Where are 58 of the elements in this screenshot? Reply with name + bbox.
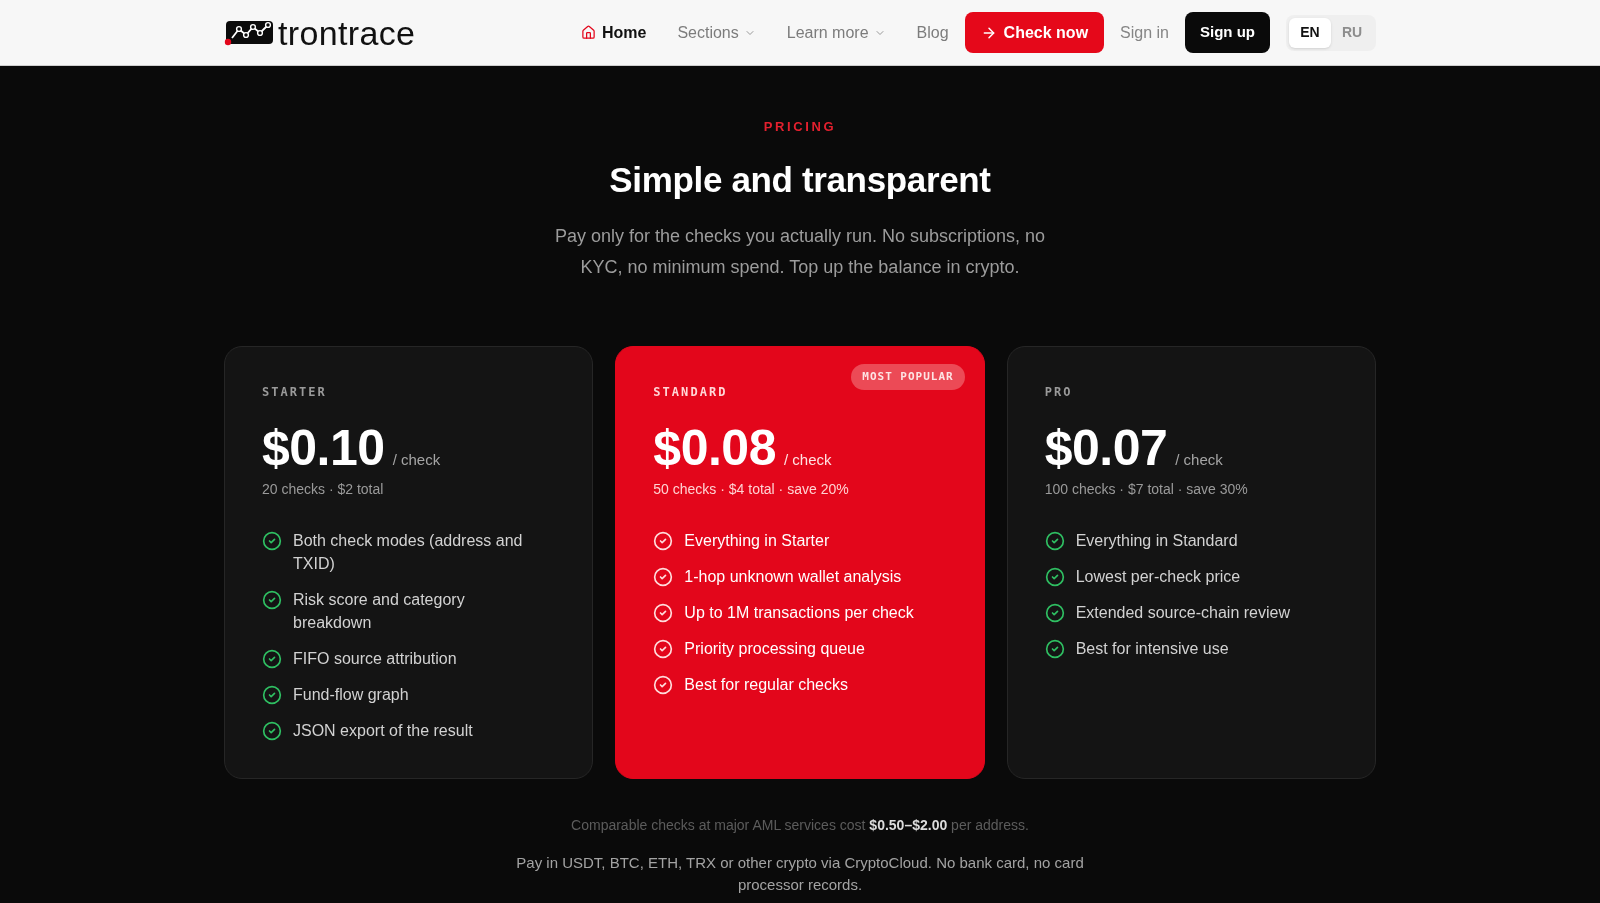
check-circle-icon [1044, 603, 1065, 623]
check-circle-icon [653, 639, 674, 659]
logo-link[interactable]: trontrace [224, 12, 416, 53]
plan-badge: MOST POPULAR [851, 364, 965, 390]
nav-link[interactable]: Blog [916, 20, 949, 45]
plan-name: STANDARD [653, 384, 729, 400]
nav-link[interactable]: Home [580, 20, 647, 45]
price-unit: / check [392, 450, 441, 470]
feature-text: JSON export of the result [293, 721, 473, 741]
section-title: Simple and transparent [609, 159, 991, 201]
nav-dropdown[interactable]: Learn more [786, 20, 886, 45]
feature-text: Best for intensive use [1075, 639, 1229, 659]
primary-button[interactable]: Check now [964, 12, 1105, 53]
check-circle-icon [262, 649, 282, 669]
plan-summary: 50 checks · $4 total · save 20% [653, 480, 850, 499]
feature-text: Risk score and category breakdown [293, 590, 466, 633]
feature-text: 1-hop unknown wallet analysis [684, 567, 902, 587]
logo-icon [224, 19, 274, 46]
feature-text: FIFO source attribution [293, 649, 457, 669]
feature-text: Lowest per-check price [1075, 567, 1241, 587]
home-icon [580, 25, 596, 40]
footnote-text: Comparable checks at major AML services cost $0.50–$2.00 per address. [571, 816, 1029, 835]
feature-text: Up to 1M transactions per check [684, 603, 914, 623]
plan-name: PRO [1044, 384, 1074, 400]
language-option[interactable]: EN [1289, 17, 1331, 48]
feature-text: Everything in Starter [684, 531, 830, 551]
section-subtitle: Pay only for the checks you actually run. No subscriptions, no KYC, no minimum spend. Top up the balance in crypto. [553, 225, 1047, 279]
check-circle-icon [262, 590, 282, 610]
language-option[interactable]: RU [1331, 17, 1373, 48]
plan-name: STARTER [262, 384, 328, 400]
feature-text: Priority processing queue [684, 639, 865, 659]
feature-text: Both check modes (address and TXID) [293, 531, 524, 574]
check-circle-icon [262, 531, 282, 551]
footnote-text: Pay in USDT, BTC, ETH, TRX or other crypto via CryptoCloud. No bank card, no card processor records. [515, 853, 1085, 895]
feature-text: Extended source-chain review [1075, 603, 1290, 623]
price-text: $0.10 [262, 423, 385, 473]
check-circle-icon [1044, 639, 1065, 659]
check-circle-icon [653, 531, 674, 551]
price-unit: / check [783, 450, 832, 470]
sign-up-button[interactable]: Sign up [1185, 12, 1270, 53]
sign-in-link[interactable]: Sign in [1120, 20, 1169, 45]
price-text: $0.08 [653, 423, 776, 473]
section-eyebrow: PRICING [763, 119, 837, 135]
check-circle-icon [653, 603, 674, 623]
check-circle-icon [262, 721, 282, 741]
check-circle-icon [653, 675, 674, 695]
check-circle-icon [262, 685, 282, 705]
price-unit: / check [1175, 450, 1223, 470]
nav-dropdown[interactable]: Sections [677, 20, 756, 45]
feature-text: Fund-flow graph [293, 685, 409, 705]
check-circle-icon [1044, 531, 1065, 551]
check-circle-icon [653, 567, 674, 587]
price-text: $0.07 [1044, 423, 1168, 473]
plan-summary: 100 checks · $7 total · save 30% [1044, 480, 1249, 499]
feature-text: Everything in Standard [1075, 531, 1238, 551]
check-circle-icon [1044, 567, 1065, 587]
plan-summary: 20 checks · $2 total [262, 480, 385, 499]
feature-text: Best for regular checks [684, 675, 848, 695]
